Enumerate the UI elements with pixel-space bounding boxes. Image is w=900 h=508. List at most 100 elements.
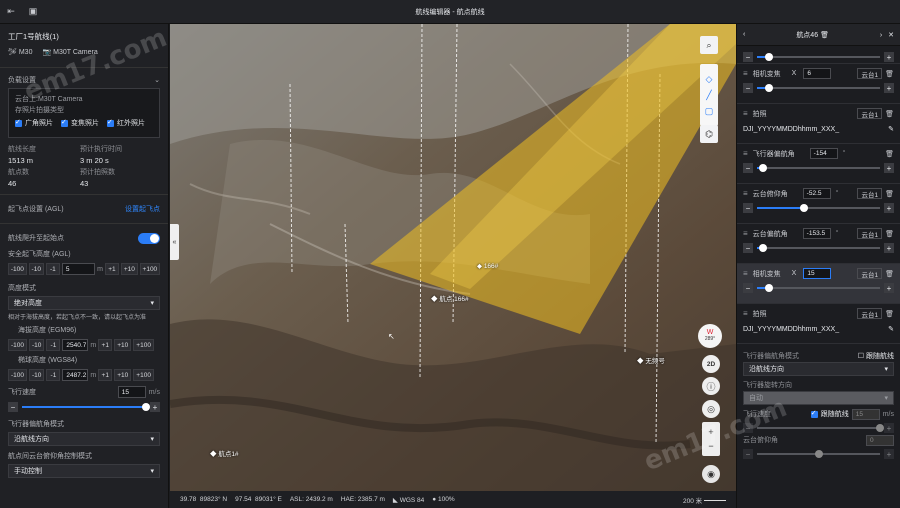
egm-input[interactable]: 2540.7 bbox=[62, 339, 89, 351]
gimbal-tag[interactable]: 云台1 bbox=[857, 68, 883, 79]
action-value-input[interactable]: -52.5 bbox=[802, 188, 831, 199]
chevron-down-icon[interactable]: ⌄ bbox=[154, 76, 160, 84]
gimbal-tag[interactable]: 云台1 bbox=[857, 308, 883, 319]
gimbal-tag[interactable]: 云台1 bbox=[857, 268, 883, 279]
plus-icon[interactable]: + bbox=[884, 243, 894, 253]
action-item[interactable]: ≡ 云台偏航角 -153.5 ° 云台1 🗑 − + bbox=[737, 224, 900, 264]
minus-icon[interactable]: − bbox=[743, 52, 753, 62]
edit-icon[interactable]: ✎ bbox=[888, 325, 894, 333]
plus-icon[interactable]: + bbox=[150, 402, 160, 412]
info-icon[interactable]: ⓘ bbox=[702, 377, 720, 395]
gimbal-tag[interactable]: 云台1 bbox=[857, 228, 883, 239]
waypoint-marker[interactable]: ◆ 航点 166# bbox=[431, 293, 469, 303]
checkbox-zoom[interactable]: 变焦照片 bbox=[61, 118, 99, 128]
speed-slider[interactable]: − + bbox=[0, 400, 168, 414]
checkbox-wide[interactable]: 广角照片 bbox=[15, 118, 53, 128]
drag-handle-icon[interactable]: ≡ bbox=[743, 109, 748, 118]
action-item[interactable]: − + bbox=[737, 46, 900, 64]
minus-icon[interactable]: − bbox=[743, 163, 753, 173]
rotate-select[interactable]: 自动 ▾ bbox=[743, 391, 894, 405]
plus-icon[interactable]: + bbox=[884, 203, 894, 213]
minus-icon[interactable]: − bbox=[8, 402, 18, 412]
zoom-controls: + − bbox=[702, 422, 720, 456]
action-value-input[interactable]: -153.5 bbox=[802, 228, 831, 239]
yaw-mode-select[interactable]: 沿航线方向 ▾ bbox=[8, 432, 160, 446]
gimbal-tag[interactable]: 云台1 bbox=[857, 108, 883, 119]
speed-slider[interactable]: − + bbox=[743, 422, 894, 434]
search-icon[interactable]: ⌕ bbox=[700, 36, 718, 54]
edit-icon[interactable]: ✎ bbox=[888, 125, 894, 133]
plus-icon[interactable]: + bbox=[884, 52, 894, 62]
terrain-map[interactable] bbox=[170, 24, 736, 491]
save-icon[interactable]: ▣ bbox=[22, 0, 44, 24]
action-item[interactable]: ≡ 拍照 云台1 🗑 DJI_YYYYMMDDhhmm_XXX_ ✎ bbox=[737, 104, 900, 144]
alt-mode-select[interactable]: 绝对高度 ▾ bbox=[8, 296, 160, 310]
drag-handle-icon[interactable]: ≡ bbox=[743, 229, 748, 238]
delete-icon[interactable]: 🗑 bbox=[885, 150, 894, 158]
map-view[interactable]: ◆ 166# ◆ 航点 166# ◆ 无频号 ◆ 航点1# ↖ ⌕ ◇ ╱ ▢ … bbox=[170, 24, 736, 491]
minus-icon[interactable]: − bbox=[743, 283, 753, 293]
action-value-input[interactable]: -154 bbox=[809, 148, 838, 159]
camera-view-icon[interactable]: ◉ bbox=[702, 465, 720, 483]
action-item[interactable]: ≡ 飞行器偏航角 -154 ° 🗑 − + bbox=[737, 144, 900, 184]
area-tool-icon[interactable]: ▢ bbox=[705, 106, 714, 117]
pitch-slider[interactable]: − + bbox=[743, 448, 894, 460]
drag-handle-icon[interactable]: ≡ bbox=[743, 189, 748, 198]
yaw-mode-select[interactable]: 沿航线方向 ▾ bbox=[743, 362, 894, 376]
drag-handle-icon[interactable]: ≡ bbox=[743, 69, 748, 78]
route-name[interactable]: 工厂1号航线(1) bbox=[8, 31, 160, 42]
compass[interactable]: W 289° bbox=[698, 324, 722, 348]
delete-icon[interactable]: 🗑 bbox=[885, 270, 894, 278]
waypoint-tool-icon[interactable]: ◇ bbox=[706, 74, 713, 85]
wgs-input[interactable]: 2487.2 bbox=[62, 369, 89, 381]
waypoint-marker[interactable]: ◆ 166# bbox=[477, 262, 498, 270]
line-tool-icon[interactable]: ╱ bbox=[706, 90, 711, 101]
delete-icon[interactable]: 🗑 bbox=[885, 70, 894, 78]
drag-handle-icon[interactable]: ≡ bbox=[743, 149, 748, 158]
climb-toggle[interactable] bbox=[138, 232, 160, 244]
action-item[interactable]: ≡ 云台俯仰角 -52.5 ° 云台1 🗑 − + bbox=[737, 184, 900, 224]
speed-input[interactable]: 15 bbox=[851, 408, 880, 420]
action-value-input[interactable]: 6 bbox=[803, 68, 832, 79]
zoom-out-button[interactable]: − bbox=[708, 441, 713, 451]
minus-icon[interactable]: − bbox=[743, 243, 753, 253]
action-item[interactable]: ≡ 相机变焦 X 6 云台1 🗑 − + bbox=[737, 64, 900, 104]
action-item[interactable]: ≡ 拍照 云台1 🗑 DJI_YYYYMMDDhhmm_XXX_ ✎ bbox=[737, 304, 900, 344]
follow-route-checkbox[interactable]: ☐ 跟随航线 bbox=[858, 351, 894, 361]
drag-handle-icon[interactable]: ≡ bbox=[743, 309, 748, 318]
plus-icon[interactable]: + bbox=[884, 163, 894, 173]
minus-icon[interactable]: − bbox=[743, 83, 753, 93]
collapse-left-panel-button[interactable]: « bbox=[170, 224, 179, 260]
zoom-in-button[interactable]: + bbox=[708, 427, 713, 437]
delete-icon[interactable]: 🗑 bbox=[820, 32, 829, 39]
payload-header[interactable]: 负载设置 ⌄ bbox=[0, 72, 168, 88]
2d-toggle-button[interactable]: 2D bbox=[702, 355, 720, 373]
delete-icon[interactable]: 🗑 bbox=[885, 110, 894, 118]
waypoint-marker[interactable]: ◆ 航点1# bbox=[210, 448, 239, 458]
action-item[interactable]: ≡ 相机变焦 X 15 云台1 🗑 − + bbox=[737, 264, 900, 304]
set-takeoff-link[interactable]: 设置起飞点 bbox=[125, 204, 160, 214]
delete-icon[interactable]: 🗑 bbox=[885, 230, 894, 238]
locate-icon[interactable]: ◎ bbox=[702, 400, 720, 418]
gimbal-tag[interactable]: 云台1 bbox=[857, 188, 883, 199]
gimbal-mode-select[interactable]: 手动控制 ▾ bbox=[8, 464, 160, 478]
layers-icon[interactable]: ⌬ bbox=[700, 125, 718, 143]
minus-icon[interactable]: − bbox=[743, 203, 753, 213]
waypoint-marker[interactable]: ◆ 无频号 bbox=[637, 355, 665, 365]
drag-handle-icon[interactable]: ≡ bbox=[743, 269, 748, 278]
speed-input[interactable]: 15 bbox=[117, 386, 146, 398]
back-icon[interactable]: ⇤ bbox=[0, 0, 22, 24]
yaw-mode-label: 飞行器偏航角模式 bbox=[8, 421, 64, 428]
checkbox-ir[interactable]: 红外照片 bbox=[107, 118, 145, 128]
action-value-input[interactable]: 15 bbox=[803, 268, 832, 279]
close-icon[interactable]: ✕ bbox=[888, 32, 894, 39]
delete-icon[interactable]: 🗑 bbox=[885, 190, 894, 198]
pitch-input[interactable]: 0 bbox=[866, 434, 894, 446]
delete-icon[interactable]: 🗑 bbox=[885, 310, 894, 318]
plus-icon[interactable]: + bbox=[884, 283, 894, 293]
follow-speed-checkbox[interactable] bbox=[810, 409, 818, 418]
chevron-right-icon[interactable]: › bbox=[880, 32, 882, 39]
plus-icon[interactable]: + bbox=[884, 83, 894, 93]
chevron-left-icon[interactable]: ‹ bbox=[743, 31, 745, 38]
safe-height-input[interactable]: 5 bbox=[61, 263, 96, 275]
